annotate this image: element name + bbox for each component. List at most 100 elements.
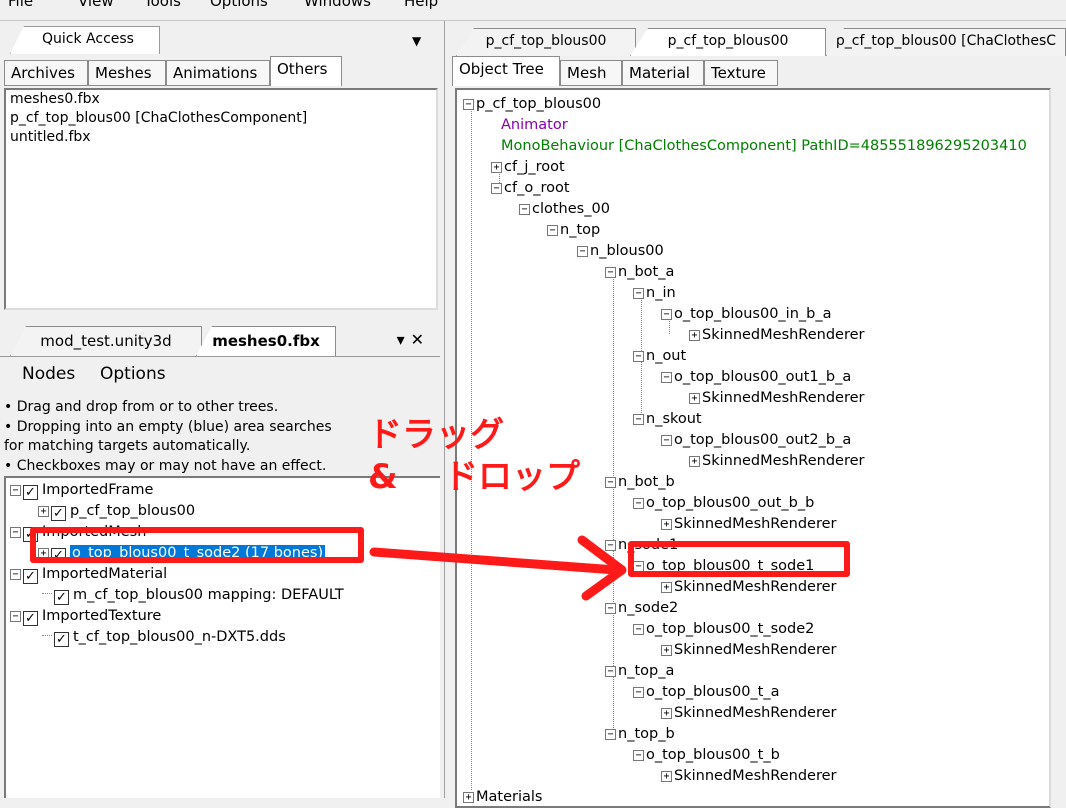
menu-options[interactable]: Options <box>210 0 268 10</box>
tab-meshes0[interactable]: meshes0.fbx <box>196 326 336 356</box>
tree-node-monobehaviour[interactable]: MonoBehaviour [ChaClothesComponent] Path… <box>501 136 1027 157</box>
menu-windows[interactable]: Windows <box>304 0 371 10</box>
tree-node[interactable]: + SkinnedMeshRenderer <box>661 640 837 661</box>
tree-node[interactable]: − o_top_blous00_out2_b_a <box>661 430 851 451</box>
tree-node[interactable]: + SkinnedMeshRenderer <box>689 325 865 346</box>
tree-node[interactable]: − n_top_a <box>605 661 674 682</box>
collapse-icon[interactable]: − <box>633 288 644 299</box>
tree-node[interactable]: − n_skout <box>633 409 702 430</box>
menu-tools[interactable]: Tools <box>144 0 181 10</box>
expand-icon[interactable]: + <box>661 582 672 593</box>
tree-node[interactable]: + SkinnedMeshRenderer <box>689 388 865 409</box>
collapse-icon[interactable]: − <box>10 485 21 496</box>
tree-node[interactable]: ✓ t_cf_top_blous00_n-DXT5.dds <box>42 627 286 648</box>
collapse-icon[interactable]: − <box>633 414 644 425</box>
tree-node[interactable]: − o_top_blous00_in_b_a <box>661 304 832 325</box>
tree-node[interactable]: − o_top_blous00_t_b <box>633 745 780 766</box>
close-icon[interactable]: ✕ <box>411 330 430 349</box>
expand-icon[interactable]: + <box>491 162 502 173</box>
collapse-icon[interactable]: − <box>547 225 558 236</box>
tab-archives[interactable]: Archives <box>4 60 88 86</box>
collapse-icon[interactable]: − <box>661 309 672 320</box>
tab-others[interactable]: Others <box>270 56 342 86</box>
tree-node[interactable]: − o_top_blous00_out1_b_a <box>661 367 851 388</box>
collapse-icon[interactable]: − <box>633 750 644 761</box>
list-item[interactable]: meshes0.fbx <box>6 90 436 109</box>
tab-material[interactable]: Material <box>622 60 704 86</box>
expand-icon[interactable]: + <box>661 708 672 719</box>
tree-node[interactable]: − o_top_blous00_out_b_b <box>633 493 814 514</box>
collapse-icon[interactable]: − <box>491 183 502 194</box>
tree-node[interactable]: ✓ m_cf_top_blous00 mapping: DEFAULT <box>42 585 344 606</box>
tree-node-animator[interactable]: Animator <box>501 115 568 136</box>
splitter[interactable] <box>444 20 445 798</box>
menu-help[interactable]: Help <box>404 0 438 10</box>
tab-object-2[interactable]: p_cf_top_blous00 <box>630 28 826 56</box>
tree-node[interactable]: + SkinnedMeshRenderer <box>661 766 837 787</box>
menu-view[interactable]: View <box>78 0 114 10</box>
expand-icon[interactable]: + <box>689 393 700 404</box>
expand-icon[interactable]: + <box>661 645 672 656</box>
tree-node[interactable]: + SkinnedMeshRenderer <box>661 514 837 535</box>
collapse-icon[interactable]: − <box>661 435 672 446</box>
tree-node[interactable]: + SkinnedMeshRenderer <box>661 577 837 598</box>
tree-node[interactable]: + ✓ p_cf_top_blous00 <box>38 501 195 522</box>
imported-tree[interactable]: − ✓ ImportedFrame + ✓ p_cf_top_blous00 − ✓ Imp… <box>4 476 440 798</box>
tree-node[interactable]: − n_bot_a <box>605 262 674 283</box>
collapse-icon[interactable]: − <box>633 498 644 509</box>
expand-icon[interactable]: + <box>661 771 672 782</box>
collapse-icon[interactable]: − <box>10 611 21 622</box>
collapse-icon[interactable]: − <box>577 246 588 257</box>
collapse-icon[interactable]: − <box>10 527 21 538</box>
quick-access-list[interactable]: meshes0.fbx p_cf_top_blous00 [ChaClothes… <box>4 88 438 310</box>
collapse-icon[interactable]: − <box>633 351 644 362</box>
tab-meshes[interactable]: Meshes <box>88 60 166 86</box>
tree-node-root[interactable]: − p_cf_top_blous00 <box>463 94 601 115</box>
menu-file[interactable]: File <box>8 0 33 10</box>
tree-node[interactable]: − n_top <box>547 220 600 241</box>
collapse-icon[interactable]: − <box>633 687 644 698</box>
tree-node[interactable]: − n_in <box>633 283 676 304</box>
tree-node[interactable]: + SkinnedMeshRenderer <box>689 451 865 472</box>
collapse-icon[interactable]: − <box>605 267 616 278</box>
tree-node[interactable]: − n_top_b <box>605 724 675 745</box>
expand-icon[interactable]: + <box>689 456 700 467</box>
collapse-icon[interactable]: − <box>519 204 530 215</box>
checkbox[interactable]: ✓ <box>54 590 69 605</box>
collapse-icon[interactable]: − <box>605 477 616 488</box>
menu-nodes-options[interactable]: Options <box>100 364 166 384</box>
collapse-icon[interactable]: − <box>661 372 672 383</box>
tab-mesh[interactable]: Mesh <box>560 60 622 86</box>
tab-object-tree[interactable]: Object Tree <box>452 56 560 86</box>
tree-node[interactable]: − clothes_00 <box>519 199 610 220</box>
checkbox[interactable]: ✓ <box>23 611 38 626</box>
collapse-icon[interactable]: − <box>605 729 616 740</box>
tree-node[interactable]: − n_bot_b <box>605 472 675 493</box>
collapse-icon[interactable]: − <box>463 99 474 110</box>
collapse-icon[interactable]: − <box>605 666 616 677</box>
object-tree[interactable]: − p_cf_top_blous00 Animator MonoBehaviour… <box>455 88 1051 808</box>
pin-icon[interactable]: ▾ <box>397 330 411 349</box>
checkbox[interactable]: ✓ <box>54 632 69 647</box>
tree-node[interactable]: − n_out <box>633 346 686 367</box>
tree-node[interactable]: − n_blous00 <box>577 241 664 262</box>
tree-node[interactable]: − o_top_blous00_t_a <box>633 682 780 703</box>
tree-node[interactable]: − ✓ ImportedMaterial <box>10 564 167 585</box>
expand-icon[interactable]: + <box>38 506 49 517</box>
expand-icon[interactable]: + <box>689 330 700 341</box>
list-item[interactable]: untitled.fbx <box>6 128 436 147</box>
tab-animations[interactable]: Animations <box>166 60 270 86</box>
tree-node[interactable]: − ✓ ImportedFrame <box>10 480 153 501</box>
tab-object-1[interactable]: p_cf_top_blous00 <box>456 28 636 56</box>
tree-node[interactable]: + cf_j_root <box>491 157 565 178</box>
checkbox[interactable]: ✓ <box>23 485 38 500</box>
list-item[interactable]: p_cf_top_blous00 [ChaClothesComponent] <box>6 109 436 128</box>
tree-node[interactable]: − cf_o_root <box>491 178 570 199</box>
chevron-down-icon[interactable]: ▼ <box>412 34 421 48</box>
tab-object-3[interactable]: p_cf_top_blous00 [ChaClothesC <box>826 28 1066 56</box>
checkbox[interactable]: ✓ <box>51 506 66 521</box>
tab-mod-test[interactable]: mod_test.unity3d <box>10 326 202 356</box>
tree-node[interactable]: − ✓ ImportedTexture <box>10 606 161 627</box>
checkbox[interactable]: ✓ <box>23 569 38 584</box>
expand-icon[interactable]: + <box>661 519 672 530</box>
